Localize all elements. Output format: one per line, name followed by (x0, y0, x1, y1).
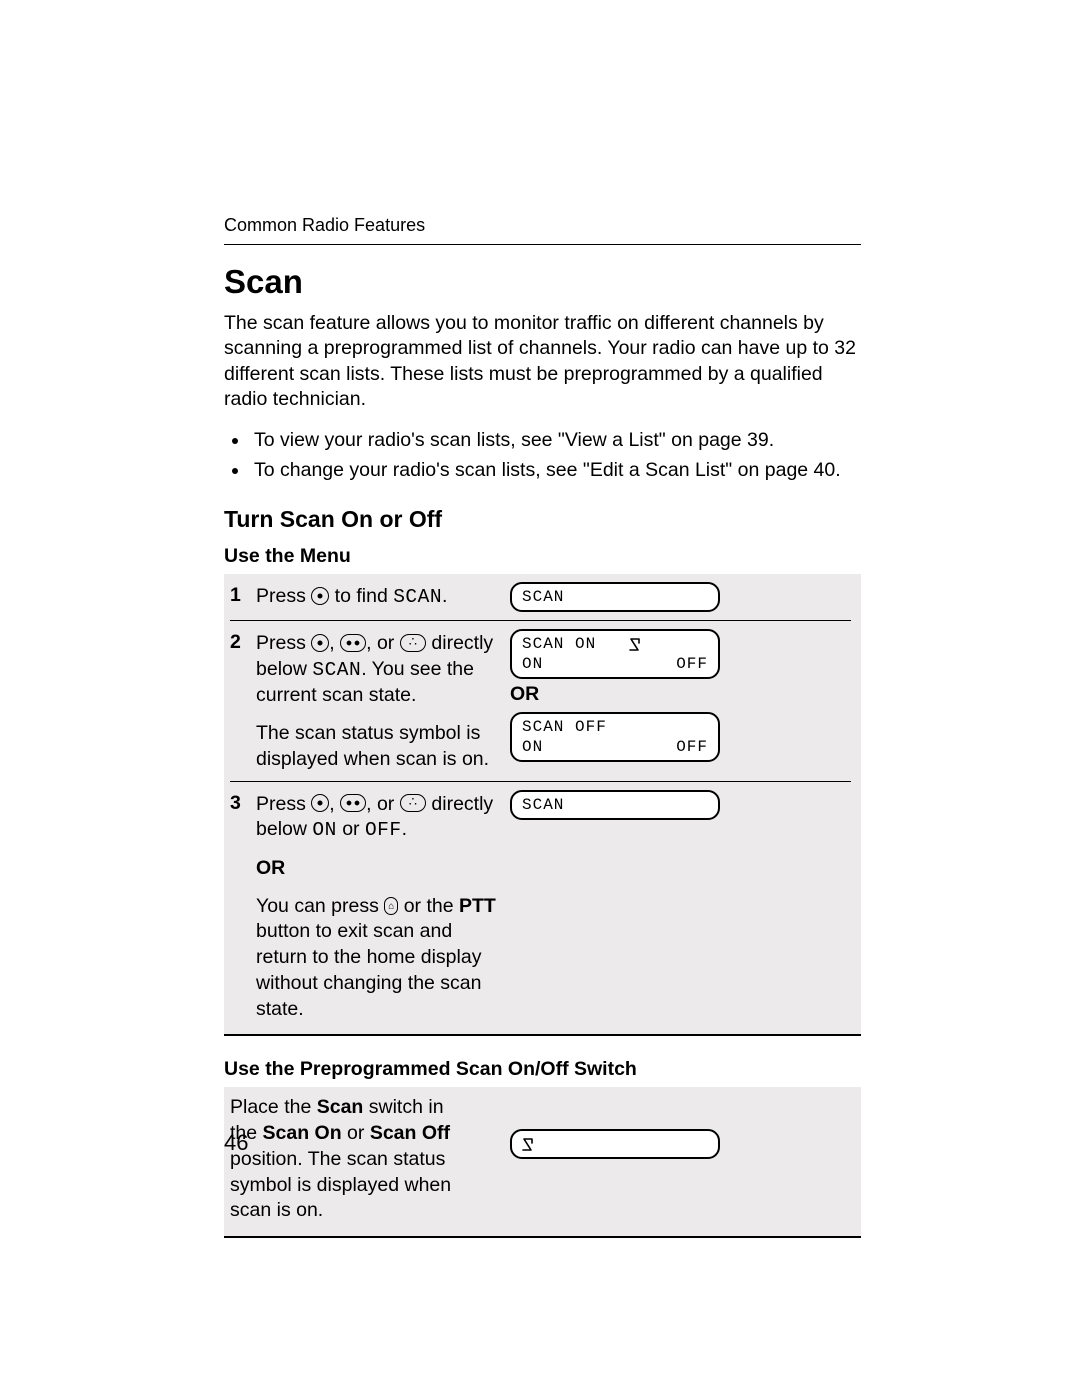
step-number: 3 (230, 790, 256, 815)
page-title: Scan (224, 263, 861, 301)
scan-status-icon (629, 637, 645, 651)
softkey-club-icon: ∴ (400, 634, 426, 652)
lcd-screen: SCAN ON ON OFF (510, 629, 720, 679)
step-text: Press to find SCAN. (256, 582, 510, 611)
subsection-use-switch: Use the Preprogrammed Scan On/Off Switch (224, 1058, 861, 1081)
section-heading: Turn Scan On or Off (224, 506, 861, 533)
step-3: 3 Press , , or ∴ directly below ON or OF… (230, 781, 851, 1023)
home-button-icon: ⌂ (384, 897, 398, 915)
intro-paragraph: The scan feature allows you to monitor t… (224, 311, 861, 412)
softkey-one-dot-icon (311, 794, 329, 812)
softkey-club-icon: ∴ (400, 794, 426, 812)
header-rule (224, 244, 861, 245)
procedure-use-switch: Place the Scan switch in the Scan On or … (224, 1087, 861, 1238)
softkey-one-dot-icon (311, 634, 329, 652)
or-label: OR (510, 683, 851, 706)
softkey-two-dot-icon (340, 794, 366, 812)
step-text: Press , , or ∴ directly below SCAN. You … (256, 629, 510, 773)
switch-step-text: Place the Scan switch in the Scan On or … (230, 1095, 510, 1224)
subsection-use-menu: Use the Menu (224, 545, 861, 568)
or-label: OR (256, 856, 502, 882)
softkey-two-dot-icon (340, 634, 366, 652)
lcd-screen (510, 1129, 720, 1159)
page-number: 46 (224, 1130, 248, 1156)
xref-list: To view your radio's scan lists, see "Vi… (224, 428, 861, 483)
running-header: Common Radio Features (224, 215, 861, 236)
procedure-use-menu: 1 Press to find SCAN. SCAN 2 Press , , o… (224, 574, 861, 1037)
step-text: Press , , or ∴ directly below ON or OFF.… (256, 790, 510, 1023)
step-2: 2 Press , , or ∴ directly below SCAN. Yo… (230, 620, 851, 773)
step-1: 1 Press to find SCAN. SCAN (230, 582, 851, 612)
list-item: To change your radio's scan lists, see "… (250, 458, 861, 484)
lcd-screen: SCAN (510, 790, 720, 820)
lcd-screen: SCAN (510, 582, 720, 612)
step-number: 2 (230, 629, 256, 654)
list-item: To view your radio's scan lists, see "Vi… (250, 428, 861, 454)
nav-button-icon (311, 587, 329, 605)
scan-status-icon (522, 1137, 538, 1151)
step-number: 1 (230, 582, 256, 607)
lcd-screen: SCAN OFF ON OFF (510, 712, 720, 762)
